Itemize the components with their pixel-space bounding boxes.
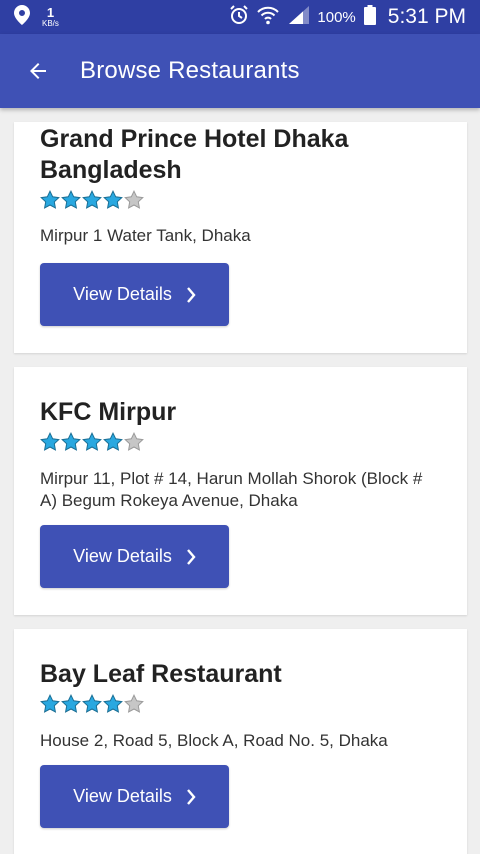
rating-stars: [40, 432, 441, 452]
network-speed: 1 KB/s: [42, 6, 59, 28]
star-filled-icon: [61, 432, 81, 451]
view-details-label: View Details: [73, 786, 172, 806]
location-icon: [14, 4, 30, 30]
star-filled-icon: [61, 694, 81, 713]
star-filled-icon: [40, 190, 60, 209]
network-speed-unit: KB/s: [42, 19, 59, 28]
star-empty-icon: [124, 694, 144, 713]
restaurant-name: Bay Leaf Restaurant: [40, 660, 282, 688]
restaurant-card: Bay Leaf Restaurant House 2, Road 5, Blo…: [14, 629, 467, 854]
star-filled-icon: [103, 694, 123, 713]
wifi-icon: [257, 5, 280, 30]
rating-stars: [40, 694, 441, 714]
star-filled-icon: [40, 432, 60, 451]
star-filled-icon: [82, 432, 102, 451]
star-filled-icon: [82, 694, 102, 713]
restaurant-list[interactable]: Grand Prince Hotel Dhaka Bangladesh Mirp…: [0, 108, 480, 854]
restaurant-card: Grand Prince Hotel Dhaka Bangladesh Mirp…: [14, 122, 467, 353]
restaurant-address: Mirpur 1 Water Tank, Dhaka: [40, 226, 251, 245]
arrow-back-icon: [30, 63, 46, 79]
restaurant-name: Grand Prince Hotel Dhaka Bangladesh: [40, 125, 349, 184]
star-empty-icon: [124, 432, 144, 451]
view-details-label: View Details: [73, 546, 172, 566]
battery-percent: 100%: [317, 8, 356, 26]
clock-time: 5:31 PM: [387, 5, 466, 28]
star-empty-icon: [124, 190, 144, 209]
signal-icon: [287, 5, 310, 29]
star-filled-icon: [103, 190, 123, 209]
chevron-right-icon: [186, 548, 196, 565]
restaurant-address: House 2, Road 5, Block A, Road No. 5, Dh…: [40, 731, 388, 750]
restaurant-address: Mirpur 11, Plot # 14, Harun Mollah Shoro…: [40, 469, 423, 510]
view-details-label: View Details: [73, 284, 172, 304]
view-details-button[interactable]: View Details: [40, 765, 229, 828]
back-button[interactable]: [18, 51, 58, 91]
star-filled-icon: [82, 190, 102, 209]
star-filled-icon: [61, 190, 81, 209]
chevron-right-icon: [186, 286, 196, 303]
app-bar: Browse Restaurants: [0, 34, 480, 108]
view-details-button[interactable]: View Details: [40, 525, 229, 588]
status-bar: 1 KB/s 100% 5:31 PM: [0, 0, 480, 34]
network-speed-value: 1: [46, 5, 55, 20]
alarm-icon: [229, 4, 249, 30]
view-details-button[interactable]: View Details: [40, 263, 229, 326]
page-title: Browse Restaurants: [80, 57, 300, 84]
star-filled-icon: [40, 694, 60, 713]
battery-icon: [363, 4, 376, 30]
chevron-right-icon: [186, 788, 196, 805]
restaurant-card: KFC Mirpur Mirpur 11, Plot # 14, Harun M…: [14, 367, 467, 615]
restaurant-name: KFC Mirpur: [40, 398, 177, 426]
rating-stars: [40, 190, 441, 210]
star-filled-icon: [103, 432, 123, 451]
